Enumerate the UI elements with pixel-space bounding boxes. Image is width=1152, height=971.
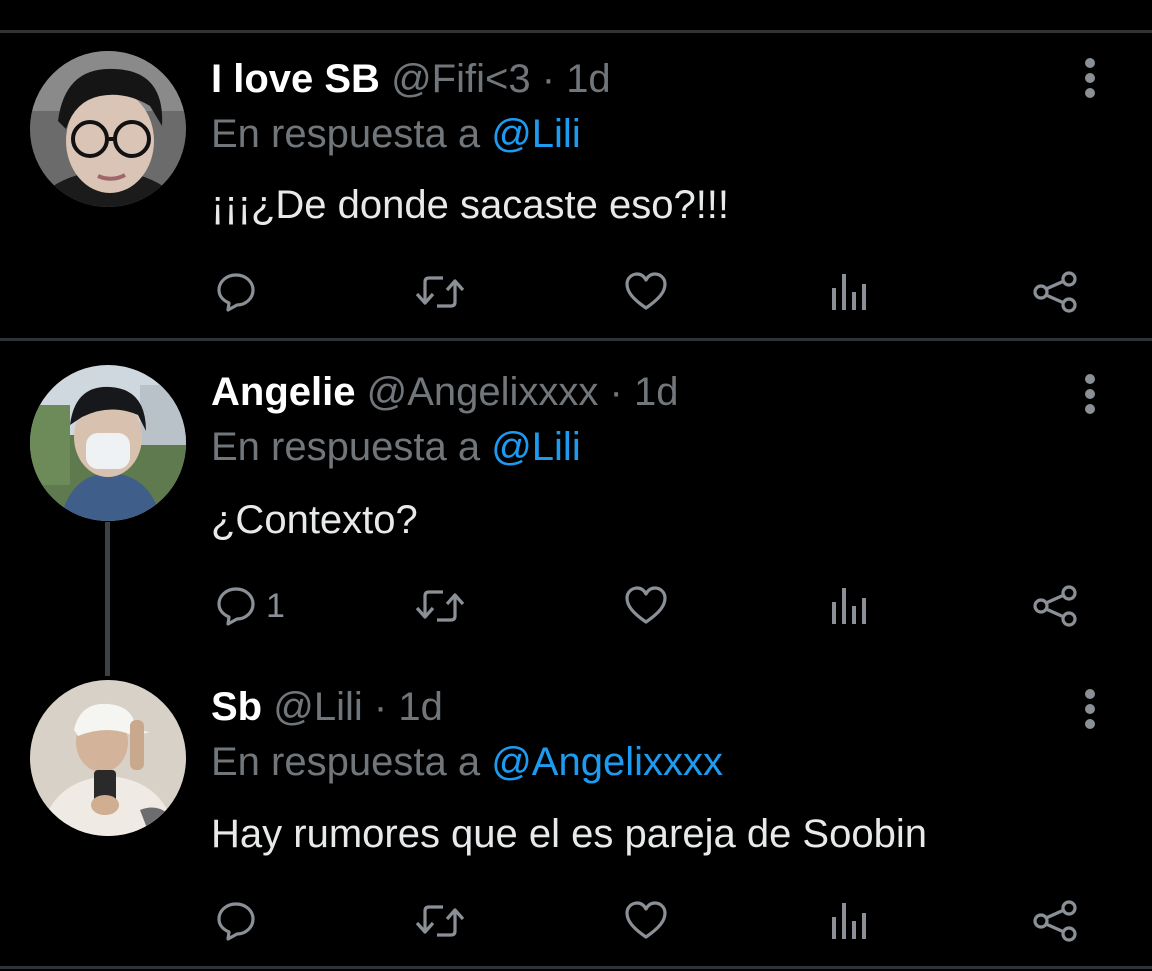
- like-button[interactable]: [623, 581, 669, 631]
- tweet-actions: 1: [0, 581, 1152, 631]
- avatar-photo-glasses: [30, 51, 186, 207]
- analytics-button[interactable]: [830, 896, 870, 946]
- tweet-3[interactable]: Sb @Lili · 1d En respuesta a @Angelixxxx…: [0, 663, 1152, 963]
- share-icon: [1033, 900, 1077, 942]
- avatar[interactable]: [30, 365, 186, 521]
- more-options-icon[interactable]: [1080, 689, 1100, 729]
- retweet-button[interactable]: [413, 267, 467, 317]
- tweet-1[interactable]: I love SB @Fifi<3 · 1d En respuesta a @L…: [0, 33, 1152, 338]
- tweet-2[interactable]: Angelie @Angelixxxx · 1d En respuesta a …: [0, 348, 1152, 658]
- retweet-button[interactable]: [413, 581, 467, 631]
- tweet-actions: [0, 267, 1152, 317]
- retweet-button[interactable]: [413, 896, 467, 946]
- tweet-header: Sb @Lili · 1d: [211, 683, 443, 731]
- separator-dot: ·: [373, 685, 388, 729]
- reply-prefix: En respuesta a: [211, 425, 481, 469]
- like-icon: [625, 272, 667, 310]
- tweet-actions: [0, 896, 1152, 946]
- like-icon: [625, 586, 667, 624]
- reply-context: En respuesta a @Lili: [211, 423, 581, 471]
- reply-button[interactable]: 1: [214, 581, 285, 631]
- reply-mention-link[interactable]: @Lili: [491, 425, 581, 469]
- like-button[interactable]: [623, 896, 669, 946]
- timestamp[interactable]: 1d: [634, 370, 679, 414]
- reply-icon: [217, 902, 255, 941]
- share-icon: [1033, 271, 1077, 313]
- tweet-text: ¿Contexto?: [211, 498, 418, 542]
- analytics-icon: [832, 274, 866, 310]
- reply-context: En respuesta a @Lili: [211, 110, 581, 158]
- user-handle[interactable]: @Fifi<3: [391, 57, 531, 101]
- avatar-photo-mask: [30, 365, 186, 521]
- reply-context: En respuesta a @Angelixxxx: [211, 738, 723, 786]
- retweet-icon: [415, 276, 465, 308]
- retweet-icon: [415, 905, 465, 937]
- more-options-icon[interactable]: [1080, 58, 1100, 98]
- like-button[interactable]: [623, 267, 669, 317]
- user-handle[interactable]: @Lili: [273, 685, 363, 729]
- reply-button[interactable]: [214, 267, 266, 317]
- avatar[interactable]: [30, 51, 186, 207]
- tweet-divider: [0, 338, 1152, 341]
- avatar[interactable]: [30, 680, 186, 836]
- user-handle[interactable]: @Angelixxxx: [367, 370, 599, 414]
- reply-prefix: En respuesta a: [211, 112, 481, 156]
- more-options-icon[interactable]: [1080, 374, 1100, 414]
- display-name[interactable]: I love SB: [211, 57, 380, 101]
- analytics-button[interactable]: [830, 267, 870, 317]
- reply-prefix: En respuesta a: [211, 740, 481, 784]
- reply-count: 1: [266, 586, 285, 625]
- reply-icon: [217, 587, 255, 626]
- tweet-header: I love SB @Fifi<3 · 1d: [211, 55, 611, 103]
- reply-mention-link[interactable]: @Angelixxxx: [491, 740, 723, 784]
- share-button[interactable]: [1031, 581, 1079, 631]
- share-button[interactable]: [1031, 267, 1079, 317]
- tweet-text: ¡¡¡¿De donde sacaste eso?!!!: [211, 183, 730, 227]
- tweet-text: Hay rumores que el es pareja de Soobin: [211, 812, 927, 856]
- tweet-header: Angelie @Angelixxxx · 1d: [211, 368, 678, 416]
- reply-icon: [217, 273, 255, 312]
- analytics-icon: [832, 588, 866, 624]
- timestamp[interactable]: 1d: [398, 685, 443, 729]
- separator-dot: ·: [609, 370, 623, 414]
- retweet-icon: [415, 590, 465, 622]
- separator-dot: ·: [541, 57, 556, 101]
- display-name[interactable]: Sb: [211, 685, 262, 729]
- analytics-icon: [832, 903, 866, 939]
- bottom-divider: [0, 966, 1152, 969]
- like-icon: [625, 901, 667, 939]
- timestamp[interactable]: 1d: [566, 57, 611, 101]
- avatar-photo-cap: [30, 680, 186, 836]
- share-icon: [1033, 585, 1077, 627]
- reply-mention-link[interactable]: @Lili: [491, 112, 581, 156]
- analytics-button[interactable]: [830, 581, 870, 631]
- reply-button[interactable]: [214, 896, 266, 946]
- share-button[interactable]: [1031, 896, 1079, 946]
- display-name[interactable]: Angelie: [211, 370, 355, 414]
